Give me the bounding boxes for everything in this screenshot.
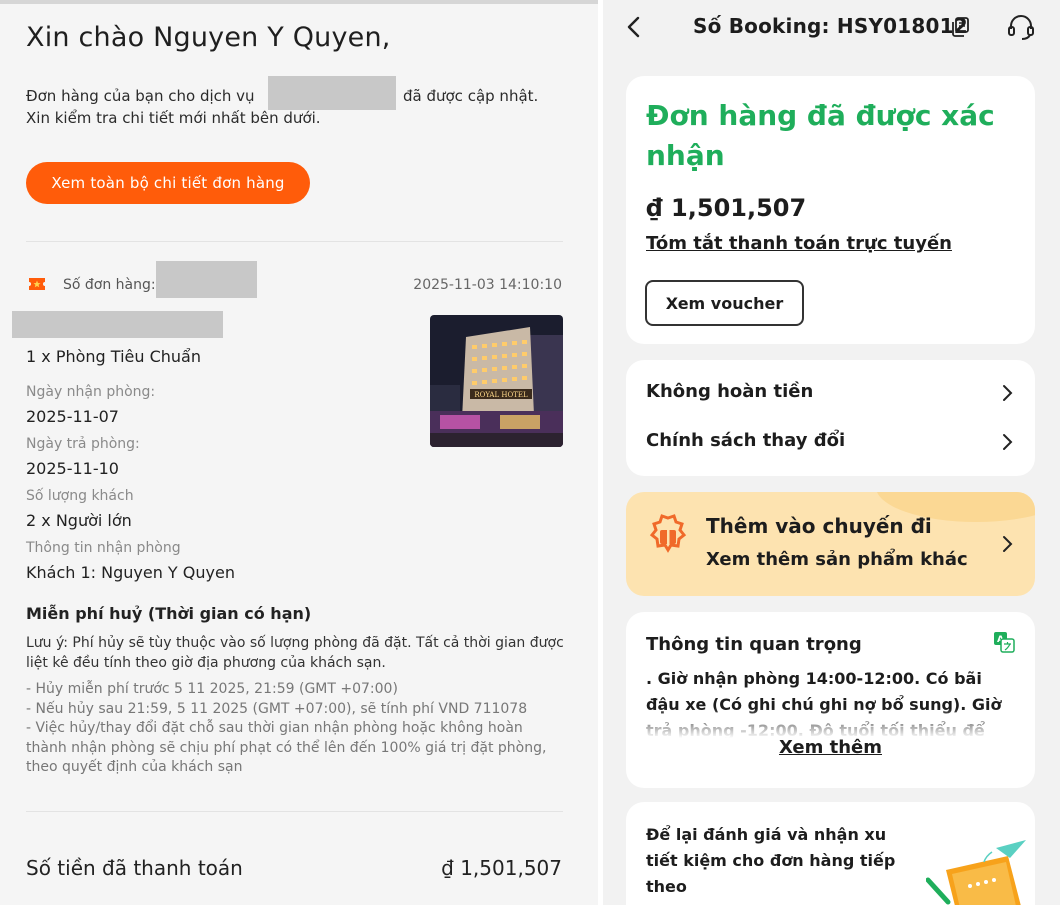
top-divider <box>0 0 598 4</box>
chevron-right-icon <box>1003 434 1013 450</box>
checkin-label: Ngày nhận phòng: <box>26 384 156 400</box>
guests-label: Số lượng khách <box>26 488 134 504</box>
app-header: Số Booking: HSY018012 <box>603 0 1060 56</box>
policy-card: Không hoàn tiền Chính sách thay đổi <box>626 360 1035 476</box>
checkin-info-value: Khách 1: Nguyen Y Quyen <box>26 563 235 582</box>
booking-status-card: Đơn hàng đã được xác nhận ₫ 1,501,507 Tó… <box>626 76 1035 344</box>
booking-number-title: Số Booking: HSY018012 <box>693 14 968 38</box>
redacted-service-name <box>268 76 396 110</box>
promo-title: Thêm vào chuyến đi <box>706 514 932 538</box>
checkin-value: 2025-11-07 <box>26 407 119 426</box>
hotel-sign-text: ROYAL HOTEL <box>474 391 528 399</box>
guests-value: 2 x Người lớn <box>26 511 132 530</box>
free-cancel-title: Miễn phí huỷ (Thời gian có hạn) <box>26 604 312 623</box>
amount-paid-value: ₫ 1,501,507 <box>441 856 562 880</box>
text-fade-overlay <box>626 708 1035 738</box>
order-number-label: Số đơn hàng: <box>63 277 156 293</box>
promo-subtitle: Xem thêm sản phẩm khác <box>706 549 968 570</box>
greeting-heading: Xin chào Nguyen Y Quyen, <box>26 22 391 53</box>
review-prompt-text: Để lại đánh giá và nhận xu tiết kiệm cho… <box>646 825 896 896</box>
divider <box>26 241 563 242</box>
app-panel: Số Booking: HSY018012 Đơn hàng đã được x… <box>603 0 1060 905</box>
checkout-label: Ngày trả phòng: <box>26 436 140 452</box>
order-datetime: 2025-11-03 14:10:10 <box>413 277 562 293</box>
intro-text-part1: Đơn hàng của bạn cho dịch vụ <box>26 87 255 105</box>
headset-icon[interactable] <box>1006 12 1036 42</box>
intro-text-line2: Xin kiểm tra chi tiết mới nhất bên dưới. <box>26 109 321 127</box>
chevron-right-icon <box>1003 536 1013 552</box>
policy-row-label: Không hoàn tiền <box>646 381 814 402</box>
cancel-policy-item: - Hủy miễn phí trước 5 11 2025, 21:59 (G… <box>26 681 398 697</box>
booking-status-text: Đơn hàng đã được xác nhận <box>646 99 995 172</box>
add-to-trip-banner[interactable]: Thêm vào chuyến đi Xem thêm sản phẩm khá… <box>626 492 1035 596</box>
ticket-icon <box>29 278 45 290</box>
hotel-photo[interactable]: ROYAL HOTEL <box>430 315 563 447</box>
cancel-policy-list: - Hủy miễn phí trước 5 11 2025, 21:59 (G… <box>26 680 566 778</box>
translate-icon[interactable]: A <box>993 631 1015 653</box>
policy-row-refund[interactable]: Không hoàn tiền <box>626 369 1035 417</box>
divider <box>26 811 563 812</box>
copy-icon[interactable] <box>950 16 970 38</box>
important-info-card: Thông tin quan trọng A . Giờ nhận phòng … <box>626 612 1035 788</box>
see-more-link[interactable]: Xem thêm <box>626 737 1035 758</box>
checkin-info-label: Thông tin nhận phòng <box>26 540 181 556</box>
email-panel: Xin chào Nguyen Y Quyen, Đơn hàng của bạ… <box>0 0 598 905</box>
review-illustration-icon <box>926 840 1026 905</box>
redacted-order-number <box>156 261 257 298</box>
room-type: 1 x Phòng Tiêu Chuẩn <box>26 347 201 366</box>
intro-text-part2: đã được cập nhật. <box>403 87 539 105</box>
chevron-right-icon <box>1003 385 1013 401</box>
cancel-policy-item: - Nếu hủy sau 21:59, 5 11 2025 (GMT +07:… <box>26 700 528 717</box>
important-info-title: Thông tin quan trọng <box>646 634 862 655</box>
back-arrow-icon[interactable] <box>623 14 645 40</box>
payment-summary-link[interactable]: Tóm tắt thanh toán trực tuyến <box>646 233 952 254</box>
view-order-details-button[interactable]: Xem toàn bộ chi tiết đơn hàng <box>26 162 310 204</box>
cancel-policy-item: - Việc hủy/thay đổi đặt chỗ sau thời gia… <box>26 720 547 775</box>
amount-paid-label: Số tiền đã thanh toán <box>26 856 243 880</box>
redacted-hotel-name <box>12 311 223 338</box>
checkout-value: 2025-11-10 <box>26 459 119 478</box>
cancel-note: Lưu ý: Phí hủy sẽ tùy thuộc vào số lượng… <box>26 635 564 671</box>
gift-icon <box>649 514 687 553</box>
policy-row-label: Chính sách thay đổi <box>646 430 846 451</box>
view-voucher-button[interactable]: Xem voucher <box>645 280 804 326</box>
policy-row-change[interactable]: Chính sách thay đổi <box>626 418 1035 466</box>
booking-total: ₫ 1,501,507 <box>646 194 807 222</box>
review-card[interactable]: Để lại đánh giá và nhận xu tiết kiệm cho… <box>626 802 1035 905</box>
